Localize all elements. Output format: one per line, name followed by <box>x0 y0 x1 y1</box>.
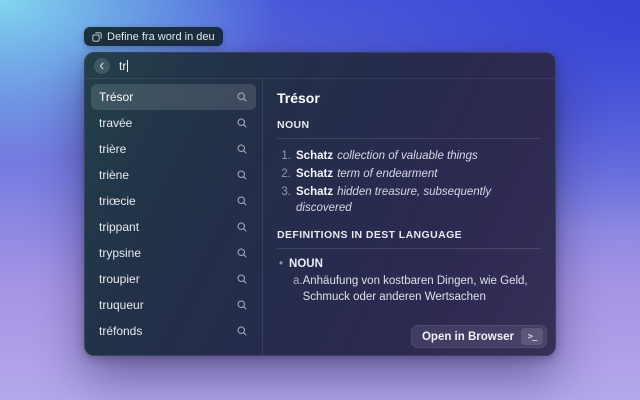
text-caret <box>127 59 129 72</box>
pos-header: NOUN <box>277 119 310 131</box>
list-item-label: trypsine <box>99 246 142 260</box>
translation-word: Schatz <box>296 186 334 198</box>
search-icon <box>236 91 248 103</box>
detail-panel: Trésor NOUN 1. Schatz collection of valua… <box>263 79 555 355</box>
dest-pos-label: NOUN <box>289 258 323 270</box>
search-icon <box>236 273 248 285</box>
search-input[interactable]: tr <box>119 58 129 73</box>
search-icon <box>236 169 248 181</box>
definition-number: 1. <box>281 150 291 162</box>
translation-word: Schatz <box>296 150 334 162</box>
list-item[interactable]: tréfonds <box>91 318 256 344</box>
search-icon <box>236 247 248 259</box>
search-query-text: tr <box>119 58 127 73</box>
list-item[interactable]: trippant <box>91 214 256 240</box>
bullet-icon: • <box>279 258 284 270</box>
open-in-browser-label: Open in Browser <box>421 330 514 343</box>
list-item[interactable]: travée <box>91 110 256 136</box>
list-item-label: troupier <box>99 272 140 286</box>
dest-definition-text: Anhäufung von kostbaren Dingen, wie Geld… <box>302 275 528 303</box>
dest-definition-entry: a. Anhäufung von kostbaren Dingen, wie G… <box>293 273 541 305</box>
search-icon <box>236 299 248 311</box>
section-divider <box>277 138 541 139</box>
extension-icon <box>92 31 102 42</box>
search-icon <box>236 195 248 207</box>
command-badge-label: Define fra word in deu <box>107 30 215 43</box>
list-item-label: tréfonds <box>99 324 143 338</box>
back-button[interactable] <box>94 57 110 74</box>
word-title: Trésor <box>277 90 320 106</box>
dest-pos-row: • NOUN <box>277 258 541 270</box>
search-icon <box>236 221 248 233</box>
list-item-label: truqueur <box>99 298 144 312</box>
command-badge: Define fra word in deu <box>84 27 223 46</box>
list-item[interactable]: trypsine <box>91 240 256 266</box>
raycast-window: tr Trésor travée trière triène triœcie t… <box>84 52 556 356</box>
list-item[interactable]: triène <box>91 162 256 188</box>
translation-word: Schatz <box>296 168 334 180</box>
search-icon <box>236 143 248 155</box>
definition-entry: 2. Schatz term of endearment <box>277 166 541 182</box>
open-in-browser-button[interactable]: Open in Browser >_ <box>410 325 547 348</box>
definition-text: term of endearment <box>337 168 438 180</box>
definition-number: 2. <box>281 168 291 180</box>
list-item-label: travée <box>99 116 133 130</box>
list-item[interactable]: trière <box>91 136 256 162</box>
definition-text: collection of valuable things <box>337 150 478 162</box>
list-item[interactable]: Trésor <box>91 84 256 110</box>
list-item-label: triœcie <box>99 194 136 208</box>
list-item-label: Trésor <box>99 90 134 104</box>
list-item[interactable]: troupier <box>91 266 256 292</box>
list-item-label: trière <box>99 142 127 156</box>
definition-number: 3. <box>281 186 291 198</box>
list-item[interactable]: truqueur <box>91 292 256 318</box>
window-content: Trésor travée trière triène triœcie trip… <box>85 79 555 355</box>
search-icon <box>236 117 248 129</box>
list-item-label: triène <box>99 168 130 182</box>
search-bar: tr <box>85 53 555 79</box>
list-item-label: trippant <box>99 220 140 234</box>
dest-language-header: DEFINITIONS IN DEST LANGUAGE <box>277 229 463 241</box>
dest-definition-letter: a. <box>293 275 303 287</box>
search-icon <box>236 325 248 337</box>
section-divider <box>277 248 541 249</box>
definition-entry: 1. Schatz collection of valuable things <box>277 148 541 164</box>
list-item[interactable]: triœcie <box>91 188 256 214</box>
enter-key-icon: >_ <box>521 328 543 345</box>
definition-entry: 3. Schatz hidden treasure, subsequently d… <box>277 184 541 216</box>
results-list: Trésor travée trière triène triœcie trip… <box>85 79 263 355</box>
